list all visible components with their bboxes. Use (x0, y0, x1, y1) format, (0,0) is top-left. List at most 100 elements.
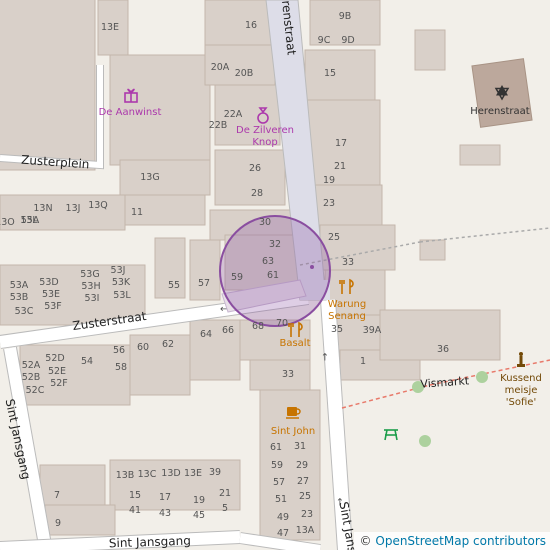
house-number: 49 (277, 512, 289, 523)
house-number: 58 (115, 362, 127, 373)
house-number: 33 (342, 257, 354, 268)
statue-icon (517, 352, 525, 367)
house-number: 52B (22, 372, 41, 383)
house-number: 31 (294, 441, 306, 452)
house-number: 39 (209, 467, 221, 478)
house-number: 19 (193, 495, 205, 506)
house-number: 53B (10, 292, 29, 303)
house-number: 15 (129, 490, 141, 501)
house-number: 56 (113, 345, 125, 356)
map-attribution: © OpenStreetMap contributors (353, 532, 550, 550)
house-number: 53K (112, 277, 131, 288)
poi-label-de-zilveren-knop: Knop (252, 137, 277, 148)
house-number: 55 (168, 280, 180, 291)
house-number: 41 (129, 505, 141, 516)
house-number: 13O (0, 217, 15, 228)
house-number: 57 (198, 278, 210, 289)
house-number: 52E (48, 366, 66, 377)
house-number: 30 (259, 217, 271, 228)
house-number: 64 (200, 329, 212, 340)
house-number: 66 (222, 325, 234, 336)
house-number: 33 (282, 369, 294, 380)
house-number: 70 (276, 318, 288, 329)
poi-label-sint-john: Sint John (271, 426, 315, 437)
house-number: 61 (267, 270, 279, 281)
house-number: 13D (161, 468, 180, 479)
house-number: 52A (22, 360, 41, 371)
house-number: 13G (140, 172, 159, 183)
house-number: 51 (275, 494, 287, 505)
house-number: 68 (252, 321, 264, 332)
poi-label-kussend-meisje-sofie: 'Sofie' (506, 397, 536, 408)
house-number: 54 (81, 356, 93, 367)
house-number: 9D (341, 35, 354, 46)
house-number: 23 (301, 509, 313, 520)
house-number: 9B (339, 11, 352, 22)
house-number: 52F (50, 378, 68, 389)
house-number: 43 (159, 508, 171, 519)
picnic-table-icon (384, 429, 398, 441)
house-number: 1 (360, 356, 366, 367)
house-number: 53G (80, 269, 99, 280)
house-number: 11 (131, 207, 143, 218)
house-number: 23 (323, 198, 335, 209)
house-number: 53J (111, 265, 126, 276)
house-number: 35 (331, 324, 343, 335)
street-label-vismarkt: Vismarkt (420, 374, 470, 390)
house-number: 17 (335, 138, 347, 149)
house-number: 32 (269, 239, 281, 250)
poi-label-de-aanwinst: De Aanwinst (99, 107, 162, 118)
house-number: 16 (245, 20, 257, 31)
house-number: 60 (137, 342, 149, 353)
house-number: 25 (299, 491, 311, 502)
house-number: 57 (273, 477, 285, 488)
svg-text:→: → (320, 353, 331, 361)
house-number: 52C (26, 385, 45, 396)
street-label-sint-jansgang: Sint Jansgang (109, 534, 191, 550)
house-number: 25 (328, 232, 340, 243)
house-number: 55A (21, 215, 40, 226)
house-number: 59 (231, 272, 243, 283)
house-number: 52D (45, 353, 64, 364)
house-number: 13E (184, 468, 202, 479)
poi-label-kussend-meisje-sofie: meisje (505, 385, 538, 396)
house-number: 53C (15, 306, 34, 317)
poi-label-kussend-meisje-sofie: Kussend (500, 373, 542, 384)
house-number: 19 (323, 175, 335, 186)
house-number: 20B (235, 68, 254, 79)
house-number: 27 (297, 476, 309, 487)
poi-label-de-zilveren-knop: De Zilveren (236, 125, 294, 136)
house-number: 62 (162, 339, 174, 350)
house-number: 29 (296, 460, 308, 471)
poi-label-basalt: Basalt (279, 338, 310, 349)
house-number: 61 (270, 442, 282, 453)
house-number: 53L (113, 290, 131, 301)
house-number: 53H (81, 281, 100, 292)
house-number: 5 (222, 503, 228, 514)
house-number: 21 (219, 488, 231, 499)
house-number: 22B (209, 120, 228, 131)
house-number: 47 (277, 528, 289, 539)
house-number: 13J (66, 203, 81, 214)
house-number: 59 (271, 460, 283, 471)
house-number: 39A (363, 325, 382, 336)
openstreetmap-link[interactable]: OpenStreetMap contributors (375, 534, 546, 548)
house-number: 53I (85, 293, 100, 304)
house-number: 9 (55, 518, 61, 529)
house-number: 36 (437, 344, 449, 355)
poi-label-herenstraat: Herenstraat (470, 106, 530, 117)
house-number: 28 (251, 188, 263, 199)
map-canvas[interactable]: ← → → 169B9C 9D13E20A20B22A22B2628303263… (0, 0, 550, 550)
poi-label-warung-senang: Warung (328, 299, 367, 310)
house-number: 20A (211, 62, 230, 73)
house-number: 63 (262, 256, 274, 267)
house-number: 21 (334, 161, 346, 172)
house-number: 13B (116, 470, 135, 481)
house-number: 9C (318, 35, 331, 46)
house-number: 7 (54, 490, 60, 501)
house-number: 53E (42, 289, 60, 300)
house-number: 53F (44, 301, 62, 312)
copyright-symbol: © (359, 534, 372, 548)
house-number: 45 (193, 510, 205, 521)
poi-label-warung-senang: Senang (328, 311, 366, 322)
